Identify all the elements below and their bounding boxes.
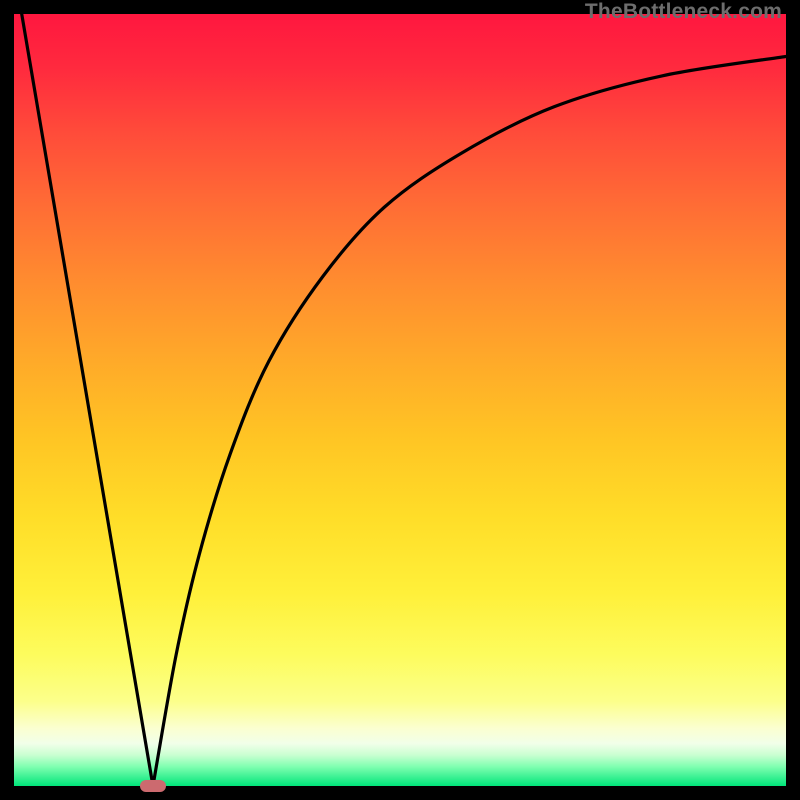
chart-curve (14, 14, 786, 786)
chart-frame: TheBottleneck.com (0, 0, 800, 800)
optimum-marker (140, 780, 166, 792)
watermark-text: TheBottleneck.com (585, 0, 782, 24)
